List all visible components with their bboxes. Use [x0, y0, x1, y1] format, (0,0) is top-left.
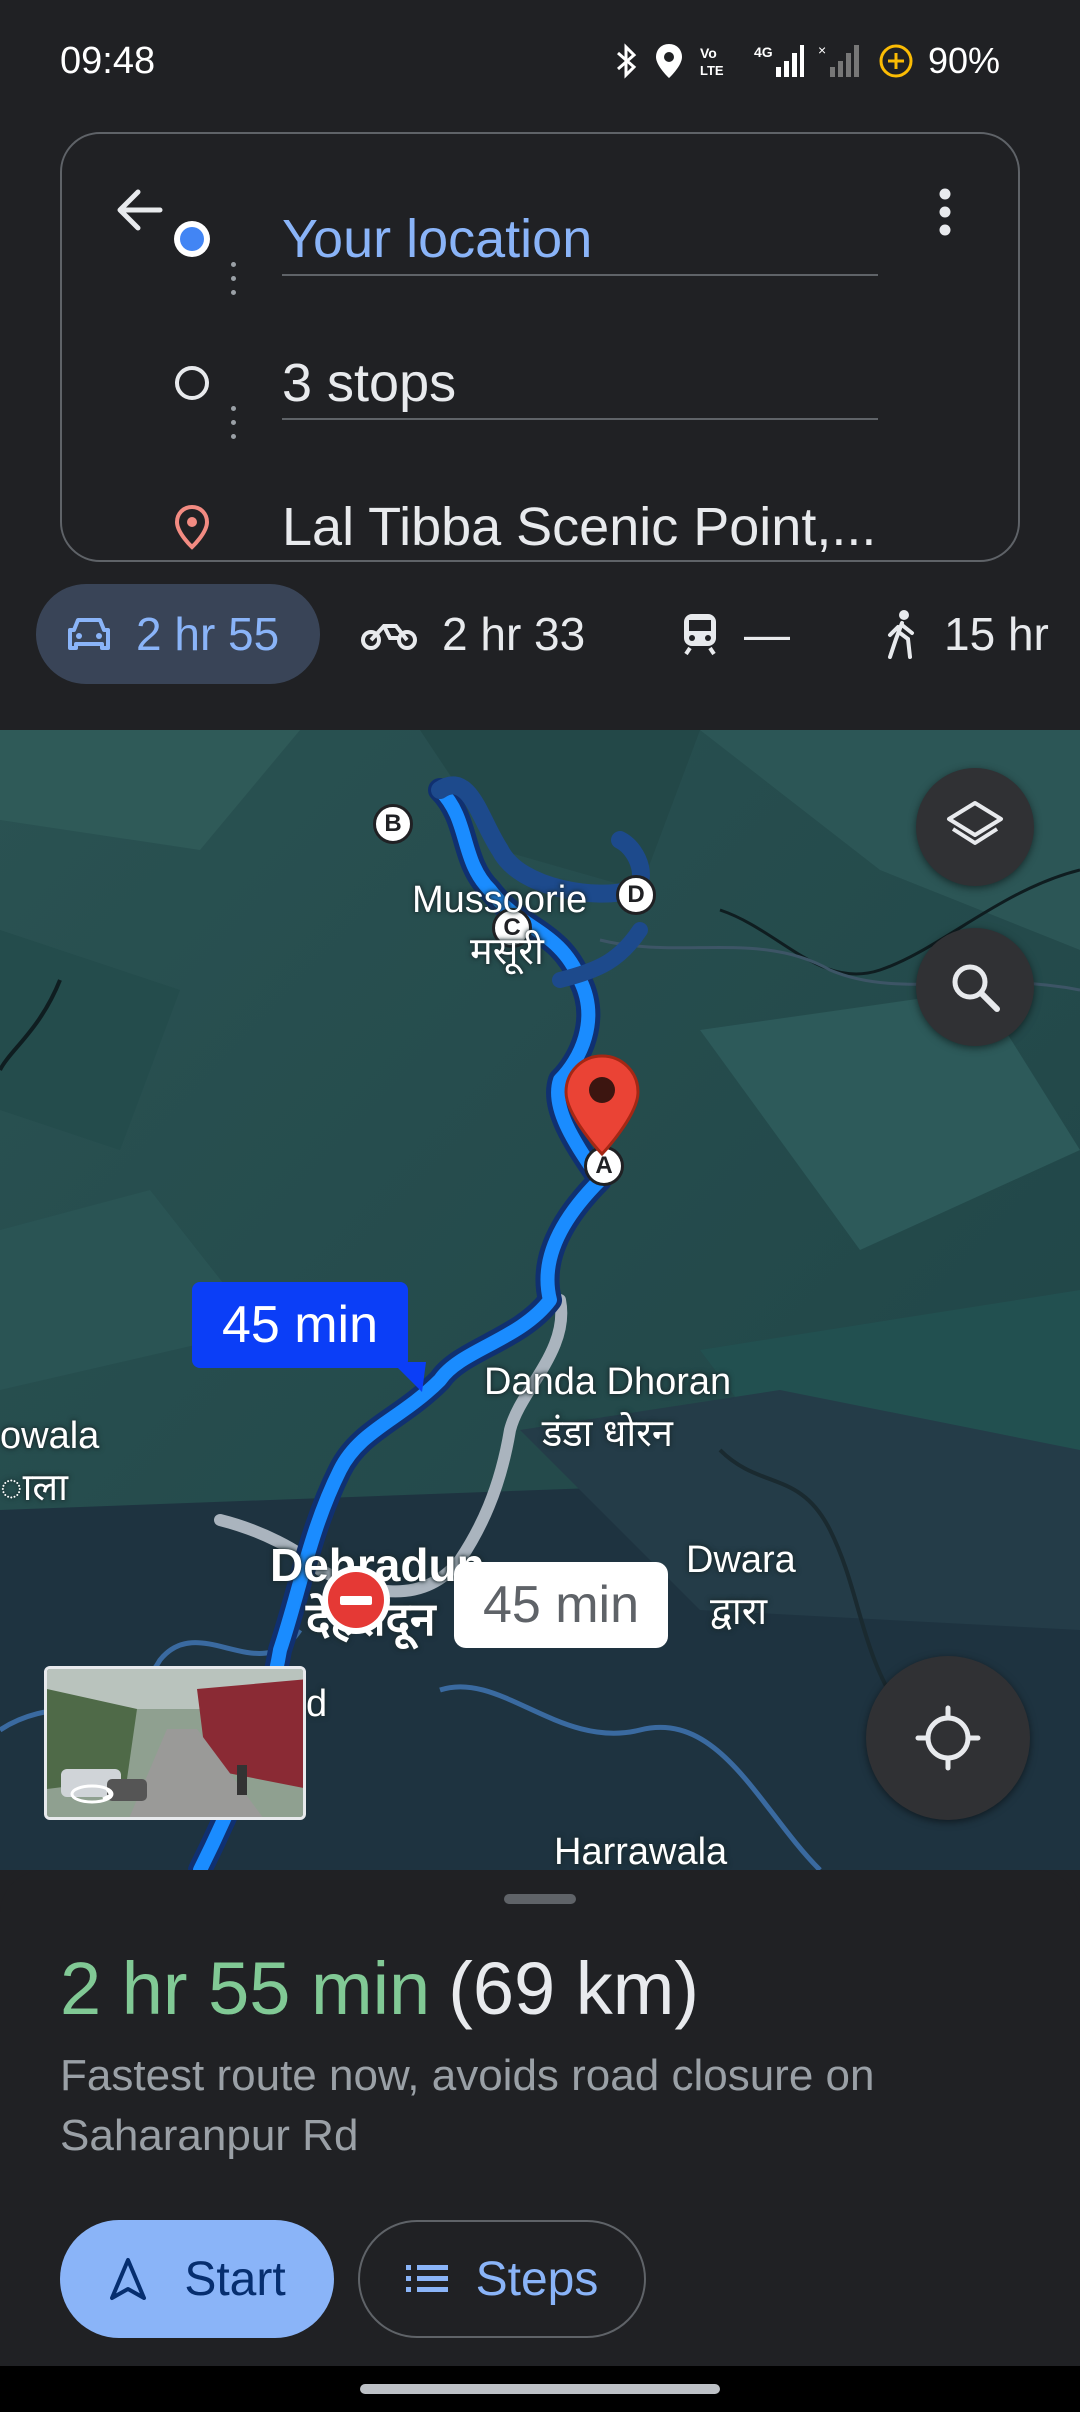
directions-card: Your location 3 stops Lal Tibba Scenic P…: [60, 132, 1020, 562]
label-harrawala: Harrawala: [554, 1831, 728, 1870]
signal-icon: ×: [818, 43, 859, 77]
mode-two-wheeler[interactable]: 2 hr 33: [360, 584, 585, 684]
route-summary-sheet: 2 hr 55 min (69 km) Fastest route now, a…: [0, 1870, 1080, 2370]
mode-walk-time: 15 hr: [944, 608, 1049, 660]
divider: [282, 418, 878, 420]
bluetooth-icon: [616, 43, 637, 79]
volte-icon: Vo LTE: [700, 45, 724, 78]
map-view[interactable]: B D C A Mussoorie मसूरी Danda Dhoran डंड…: [0, 730, 1080, 1870]
status-bar: 09:48 Vo LTE 4G × 90%: [0, 0, 1080, 120]
origin-dot-icon: [174, 221, 210, 257]
mode-drive-time: 2 hr 55: [136, 608, 280, 660]
road-closure-icon[interactable]: [320, 1564, 392, 1636]
battery-saver-icon: [879, 44, 913, 78]
drag-handle[interactable]: [504, 1894, 576, 1904]
start-label: Start: [184, 2252, 286, 2306]
mode-drive[interactable]: 2 hr 55: [36, 584, 320, 684]
street-view-thumbnail[interactable]: [44, 1666, 306, 1820]
home-gesture-handle[interactable]: [360, 2384, 720, 2394]
mode-transit-time: —: [744, 608, 790, 660]
status-time: 09:48: [60, 40, 156, 82]
navigation-arrow-icon: [110, 2258, 147, 2300]
svg-text:4G: 4G: [754, 44, 773, 60]
battery-level: 90%: [927, 40, 1000, 81]
car-icon: [68, 618, 110, 650]
steps-button[interactable]: Steps: [358, 2220, 646, 2338]
list-icon: [405, 2265, 448, 2292]
destination-pin-icon[interactable]: [564, 1054, 640, 1158]
more-vert-icon: [939, 188, 951, 236]
label-danda-dhoran: Danda Dhoran: [484, 1361, 732, 1403]
origin-field[interactable]: Your location: [282, 194, 902, 284]
my-location-icon: [915, 1705, 981, 1771]
label-mussoorie-hi: मसूरी: [470, 931, 544, 973]
mode-walk[interactable]: 15 hr: [884, 584, 1049, 684]
recenter-button[interactable]: [866, 1656, 1030, 1820]
start-button[interactable]: Start: [60, 2220, 334, 2338]
label-dwara-hi: द्वारा: [710, 1591, 768, 1633]
more-options-button[interactable]: [920, 174, 970, 250]
label-dwara: Dwara: [686, 1539, 796, 1581]
train-icon: [684, 614, 716, 656]
search-icon: [952, 964, 1000, 1012]
route-time-primary[interactable]: 45 min: [192, 1282, 408, 1368]
status-icons: Vo LTE 4G × 90%: [614, 40, 1000, 82]
route-description: Fastest route now, avoids road closure o…: [60, 2051, 875, 2160]
route-summary: 2 hr 55 min (69 km): [60, 1946, 699, 2031]
label-danda-dhoran-hi: डंडा धोरन: [542, 1413, 673, 1455]
stop-circle-icon: [175, 366, 209, 400]
waypoint-b[interactable]: B: [373, 804, 413, 844]
label-small-d: d: [306, 1683, 328, 1725]
layers-icon: [947, 801, 1003, 845]
steps-label: Steps: [475, 2252, 599, 2306]
label-left-edge-1: owala: [0, 1415, 100, 1457]
label-left-edge-2: ाला: [0, 1467, 69, 1509]
destination-field[interactable]: Lal Tibba Scenic Point,...: [282, 482, 902, 572]
back-button[interactable]: [102, 172, 178, 248]
route-distance: (69 km): [448, 1947, 699, 2030]
svg-text:Vo: Vo: [700, 45, 717, 61]
route-duration: 2 hr 55 min: [60, 1947, 431, 2030]
mode-two-wheeler-time: 2 hr 33: [442, 608, 586, 660]
4g-signal-icon: 4G: [754, 44, 804, 77]
arrow-back-icon: [117, 189, 163, 231]
destination-pin-icon: [174, 504, 210, 550]
waypoint-d[interactable]: D: [616, 875, 656, 915]
system-navigation-bar: [0, 2366, 1080, 2412]
search-along-route-button[interactable]: [916, 928, 1034, 1046]
walk-icon: [888, 610, 914, 659]
360-view-icon: [70, 1784, 114, 1804]
travel-mode-tabs: 2 hr 55 2 hr 33 — 15 hr: [0, 584, 1080, 684]
svg-text:×: ×: [818, 43, 826, 58]
route-dots: [231, 262, 237, 304]
layers-button[interactable]: [916, 768, 1034, 886]
mode-transit[interactable]: —: [680, 584, 790, 684]
divider: [282, 274, 878, 276]
badge-pointer: [392, 1362, 426, 1392]
label-mussoorie: Mussoorie: [412, 879, 588, 921]
location-icon: [655, 44, 682, 78]
motorbike-icon: [361, 624, 417, 650]
route-time-alt[interactable]: 45 min: [454, 1562, 668, 1648]
svg-text:LTE: LTE: [700, 63, 724, 78]
route-dots: [231, 406, 237, 448]
stops-field[interactable]: 3 stops: [282, 338, 902, 428]
